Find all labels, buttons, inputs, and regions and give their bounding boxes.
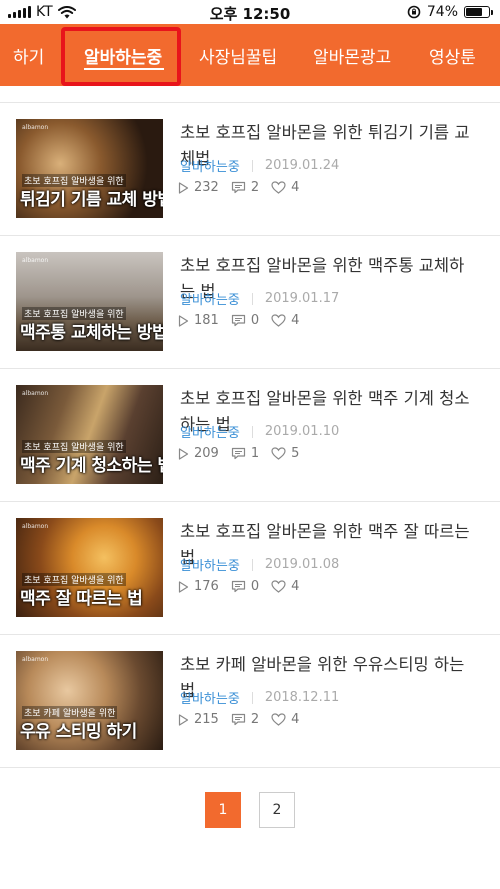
view-count: 176 <box>178 579 219 594</box>
thumbnail-title: 우유 스티밍 하기 <box>20 722 137 742</box>
tab-boss-tips[interactable]: 사장님꿀팁 <box>199 24 277 86</box>
article-date: 2019.01.17 <box>264 291 340 306</box>
article-meta: 알바하는중 2019.01.17 <box>180 289 339 308</box>
thumbnail-title: 튀김기 기름 교체 방법 <box>20 190 163 210</box>
article-meta: 알바하는중 2019.01.08 <box>180 555 339 574</box>
article-thumbnail[interactable]: albamon 초보 호프집 알바생을 위한 튀김기 기름 교체 방법 <box>16 119 163 218</box>
article-date: 2019.01.24 <box>264 158 340 173</box>
play-icon <box>178 713 189 726</box>
meta-divider <box>251 425 253 438</box>
rotation-lock-icon <box>407 5 421 19</box>
article-category[interactable]: 알바하는중 <box>180 156 240 175</box>
article-stats: 209 1 5 <box>178 446 311 461</box>
article-meta: 알바하는중 2018.12.11 <box>180 688 339 707</box>
article-date: 2019.01.10 <box>264 424 340 439</box>
article-thumbnail[interactable]: albamon 초보 호프집 알바생을 위한 맥주 잘 따르는 법 <box>16 518 163 617</box>
play-icon <box>178 447 189 460</box>
comment-count: 0 <box>231 313 259 328</box>
pagination: 1 2 <box>0 792 500 828</box>
like-count: 4 <box>271 313 299 328</box>
article-stats: 176 0 4 <box>178 579 311 594</box>
article-stats: 181 0 4 <box>178 313 311 328</box>
tab-partial[interactable]: 하기 <box>13 24 44 86</box>
heart-icon <box>271 447 286 460</box>
comment-icon <box>231 314 245 327</box>
meta-divider <box>251 292 253 305</box>
battery-percent: 74% <box>426 4 458 20</box>
article-item[interactable]: albamon 초보 호프집 알바생을 위한 맥주 기계 청소하는 법 초보 호… <box>0 369 500 502</box>
article-thumbnail[interactable]: albamon 초보 카페 알바생을 위한 우유 스티밍 하기 <box>16 651 163 750</box>
comment-count: 0 <box>231 579 259 594</box>
article-thumbnail[interactable]: albamon 초보 호프집 알바생을 위한 맥주 기계 청소하는 법 <box>16 385 163 484</box>
status-bar: KT 오후 12:50 74% <box>0 0 500 24</box>
comment-icon <box>231 447 245 460</box>
heart-icon <box>271 580 286 593</box>
thumbnail-title: 맥주통 교체하는 방법 <box>20 323 163 343</box>
comment-icon <box>231 181 245 194</box>
comment-count: 1 <box>231 446 259 461</box>
article-stats: 232 2 4 <box>178 180 311 195</box>
heart-icon <box>271 181 286 194</box>
like-count: 4 <box>271 180 299 195</box>
like-count: 4 <box>271 579 299 594</box>
thumbnail-brand: albamon <box>22 124 49 131</box>
article-date: 2018.12.11 <box>264 690 340 705</box>
tab-video-toon[interactable]: 영상툰 <box>429 24 476 86</box>
article-item[interactable]: albamon 초보 호프집 알바생을 위한 맥주통 교체하는 방법 초보 호프… <box>0 236 500 369</box>
comment-count: 2 <box>231 180 259 195</box>
view-count: 232 <box>178 180 219 195</box>
comment-icon <box>231 580 245 593</box>
article-category[interactable]: 알바하는중 <box>180 422 240 441</box>
view-count: 215 <box>178 712 219 727</box>
article-meta: 알바하는중 2019.01.24 <box>180 156 339 175</box>
thumbnail-brand: albamon <box>22 257 49 264</box>
thumbnail-brand: albamon <box>22 523 49 530</box>
thumbnail-brand: albamon <box>22 656 49 663</box>
article-item[interactable]: albamon 초보 호프집 알바생을 위한 맥주 잘 따르는 법 초보 호프집… <box>0 502 500 635</box>
meta-divider <box>251 691 253 704</box>
view-count: 181 <box>178 313 219 328</box>
heart-icon <box>271 713 286 726</box>
highlight-box <box>61 27 181 86</box>
play-icon <box>178 580 189 593</box>
article-item[interactable]: albamon 초보 카페 알바생을 위한 우유 스티밍 하기 초보 카페 알바… <box>0 635 500 768</box>
view-count: 209 <box>178 446 219 461</box>
page-1-button[interactable]: 1 <box>205 792 241 828</box>
comment-icon <box>231 713 245 726</box>
tab-albamon-ads[interactable]: 알바몬광고 <box>313 24 391 86</box>
item-divider <box>0 767 500 768</box>
article-stats: 215 2 4 <box>178 712 311 727</box>
article-category[interactable]: 알바하는중 <box>180 688 240 707</box>
play-icon <box>178 314 189 327</box>
article-item[interactable]: albamon 초보 호프집 알바생을 위한 튀김기 기름 교체 방법 초보 호… <box>0 103 500 236</box>
like-count: 5 <box>271 446 299 461</box>
like-count: 4 <box>271 712 299 727</box>
article-date: 2019.01.08 <box>264 557 340 572</box>
page-2-button[interactable]: 2 <box>259 792 295 828</box>
heart-icon <box>271 314 286 327</box>
article-thumbnail[interactable]: albamon 초보 호프집 알바생을 위한 맥주통 교체하는 방법 <box>16 252 163 351</box>
thumbnail-brand: albamon <box>22 390 49 397</box>
thumbnail-title: 맥주 잘 따르는 법 <box>20 589 143 609</box>
article-meta: 알바하는중 2019.01.10 <box>180 422 339 441</box>
battery-icon <box>464 6 493 18</box>
play-icon <box>178 181 189 194</box>
article-category[interactable]: 알바하는중 <box>180 289 240 308</box>
status-right: 74% <box>407 4 493 20</box>
article-category[interactable]: 알바하는중 <box>180 555 240 574</box>
comment-count: 2 <box>231 712 259 727</box>
thumbnail-title: 맥주 기계 청소하는 법 <box>20 456 163 476</box>
meta-divider <box>251 159 253 172</box>
meta-divider <box>251 558 253 571</box>
